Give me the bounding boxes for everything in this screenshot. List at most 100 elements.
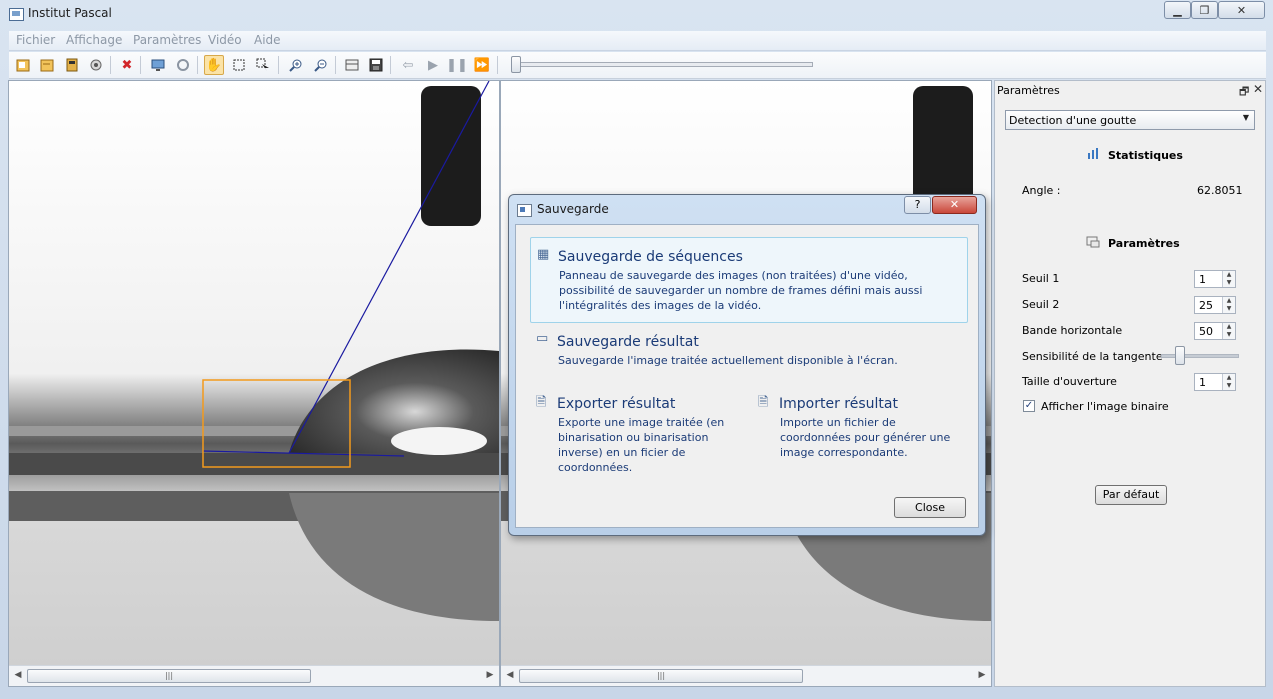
taille-label: Taille d'ouverture bbox=[1022, 375, 1117, 388]
dock-title: Paramètres bbox=[997, 84, 1060, 97]
dock-float-icon[interactable]: 🗗 bbox=[1239, 83, 1249, 102]
export-icon: 🗎 bbox=[536, 395, 547, 410]
menu-video[interactable]: Vidéo bbox=[208, 33, 242, 47]
bande-spinbox[interactable]: 50 ▲ ▼ bbox=[1194, 322, 1236, 340]
menu-aide[interactable]: Aide bbox=[254, 33, 281, 47]
save-sequences-title: Sauvegarde de séquences bbox=[558, 249, 743, 265]
scroll-right-arrow-icon[interactable]: ▶ bbox=[975, 668, 989, 683]
image-icon: ▭ bbox=[536, 331, 549, 346]
parameters-dock: Paramètres 🗗 ✕ Detection d'une goutte ▼ … bbox=[994, 80, 1266, 687]
zoom-in-icon[interactable] bbox=[286, 55, 306, 75]
spin-arrows-icon[interactable]: ▲ ▼ bbox=[1222, 271, 1235, 287]
menu-affichage[interactable]: Affichage bbox=[66, 33, 122, 47]
save-dialog: Sauvegarde ? ✕ ▦ Sauvegarde de séquences… bbox=[508, 194, 986, 536]
main-window: Institut Pascal ▁ ❐ ✕ Fichier Affichage … bbox=[0, 0, 1273, 699]
toolbar: ✖ ✋ ⇦ ▶ ❚❚ ⏩ bbox=[9, 52, 1266, 79]
next-icon[interactable]: ⏩ bbox=[472, 55, 492, 75]
save-sequences-desc: Panneau de sauvegarde des images (non tr… bbox=[559, 269, 923, 312]
open-video-icon[interactable] bbox=[62, 55, 82, 75]
params-section-title: Paramètres bbox=[1108, 237, 1180, 250]
droplet-image-original bbox=[9, 81, 499, 666]
film-icon: ▦ bbox=[537, 247, 550, 262]
prev-icon[interactable]: ⇦ bbox=[398, 55, 418, 75]
mode-select[interactable]: Detection d'une goutte ▼ bbox=[1005, 110, 1255, 130]
bande-value: 50 bbox=[1199, 325, 1213, 338]
binaire-checkbox[interactable]: ✓ bbox=[1023, 400, 1035, 412]
right-horizontal-scrollbar[interactable]: ◀ ||| ▶ bbox=[501, 665, 991, 686]
scroll-right-arrow-icon[interactable]: ▶ bbox=[483, 668, 497, 683]
scroll-left-arrow-icon[interactable]: ◀ bbox=[503, 668, 517, 683]
play-icon[interactable]: ▶ bbox=[423, 55, 443, 75]
open-icon[interactable] bbox=[13, 55, 33, 75]
spin-arrows-icon[interactable]: ▲ ▼ bbox=[1222, 297, 1235, 313]
sensibilite-slider-handle[interactable] bbox=[1174, 346, 1185, 365]
dialog-close-text-button[interactable]: Close bbox=[894, 497, 966, 518]
default-button[interactable]: Par défaut bbox=[1095, 485, 1167, 505]
save-result-desc: Sauvegarde l'image traitée actuellement … bbox=[558, 354, 898, 367]
angle-label: Angle : bbox=[1022, 184, 1061, 197]
taille-spinbox[interactable]: 1 ▲ ▼ bbox=[1194, 373, 1236, 391]
window-title: Institut Pascal bbox=[28, 6, 112, 20]
app-icon bbox=[9, 8, 24, 21]
dialog-icon bbox=[517, 204, 532, 217]
dock-close-icon[interactable]: ✕ bbox=[1253, 82, 1263, 96]
stats-icon bbox=[1087, 147, 1099, 162]
scroll-left-arrow-icon[interactable]: ◀ bbox=[11, 668, 25, 683]
seuil1-value: 1 bbox=[1199, 273, 1206, 286]
sensibilite-label: Sensibilité de la tangente bbox=[1022, 350, 1163, 363]
save-sequences-option[interactable]: ▦ Sauvegarde de séquences Panneau de sau… bbox=[530, 237, 968, 323]
video-position-handle[interactable] bbox=[511, 56, 521, 73]
rect-select-icon[interactable] bbox=[229, 55, 249, 75]
export-result-title: Exporter résultat bbox=[557, 396, 676, 412]
seuil1-label: Seuil 1 bbox=[1022, 272, 1060, 285]
maximize-button[interactable]: ❐ bbox=[1191, 1, 1218, 19]
menu-bar: Fichier Affichage Paramètres Vidéo Aide bbox=[9, 31, 1266, 51]
chevron-down-icon: ▼ bbox=[1242, 113, 1249, 122]
taille-value: 1 bbox=[1199, 376, 1206, 389]
sensibilite-slider-track[interactable] bbox=[1161, 354, 1239, 358]
mode-select-value: Detection d'une goutte bbox=[1009, 114, 1137, 127]
seuil1-spinbox[interactable]: 1 ▲ ▼ bbox=[1194, 270, 1236, 288]
export-result-desc: Exporte une image traitée (en binarisati… bbox=[558, 416, 725, 474]
video-position-track[interactable] bbox=[514, 62, 813, 67]
binaire-label: Afficher l'image binaire bbox=[1041, 400, 1169, 413]
title-bar: Institut Pascal ▁ ❐ ✕ bbox=[0, 0, 1273, 28]
left-horizontal-scrollbar[interactable]: ◀ ||| ▶ bbox=[9, 665, 499, 686]
pause-icon[interactable]: ❚❚ bbox=[446, 55, 468, 75]
process-icon[interactable] bbox=[173, 55, 193, 75]
seuil2-spinbox[interactable]: 25 ▲ ▼ bbox=[1194, 296, 1236, 314]
stats-section-title: Statistiques bbox=[1108, 149, 1183, 162]
camera-icon[interactable] bbox=[86, 55, 106, 75]
save-icon[interactable] bbox=[366, 55, 386, 75]
spin-arrows-icon[interactable]: ▲ ▼ bbox=[1222, 323, 1235, 339]
save-result-title: Sauvegarde résultat bbox=[557, 334, 699, 350]
scroll-thumb[interactable]: ||| bbox=[27, 669, 311, 683]
seuil2-label: Seuil 2 bbox=[1022, 298, 1060, 311]
pointer-select-icon[interactable] bbox=[253, 55, 273, 75]
bande-label: Bande horizontale bbox=[1022, 324, 1123, 337]
import-icon: 🗎 bbox=[758, 395, 769, 410]
zoom-out-icon[interactable] bbox=[311, 55, 331, 75]
scroll-thumb[interactable]: ||| bbox=[519, 669, 803, 683]
params-icon bbox=[1086, 236, 1100, 251]
original-image-pane[interactable]: ◀ ||| ▶ bbox=[8, 80, 500, 687]
import-result-desc: Importe un fichier de coordonnées pour g… bbox=[780, 416, 951, 459]
fit-icon[interactable] bbox=[342, 55, 362, 75]
hand-tool-icon[interactable]: ✋ bbox=[204, 55, 224, 75]
import-result-title: Importer résultat bbox=[779, 396, 898, 412]
menu-fichier[interactable]: Fichier bbox=[16, 33, 55, 47]
close-window-button[interactable]: ✕ bbox=[1218, 1, 1265, 19]
seuil2-value: 25 bbox=[1199, 299, 1213, 312]
menu-parametres[interactable]: Paramètres bbox=[133, 33, 201, 47]
export-result-option[interactable]: 🗎 Exporter résultat Exporte une image tr… bbox=[530, 389, 740, 479]
dialog-title: Sauvegarde bbox=[537, 202, 609, 216]
open-folder-icon[interactable] bbox=[37, 55, 57, 75]
delete-icon[interactable]: ✖ bbox=[117, 55, 137, 75]
monitor-icon[interactable] bbox=[148, 55, 168, 75]
import-result-option[interactable]: 🗎 Importer résultat Importe un fichier d… bbox=[752, 389, 968, 479]
save-result-option[interactable]: ▭ Sauvegarde résultat Sauvegarde l'image… bbox=[530, 329, 968, 371]
dialog-close-button[interactable]: ✕ bbox=[932, 196, 977, 214]
spin-arrows-icon[interactable]: ▲ ▼ bbox=[1222, 374, 1235, 390]
minimize-button[interactable]: ▁ bbox=[1164, 1, 1191, 19]
dialog-help-button[interactable]: ? bbox=[904, 196, 931, 214]
